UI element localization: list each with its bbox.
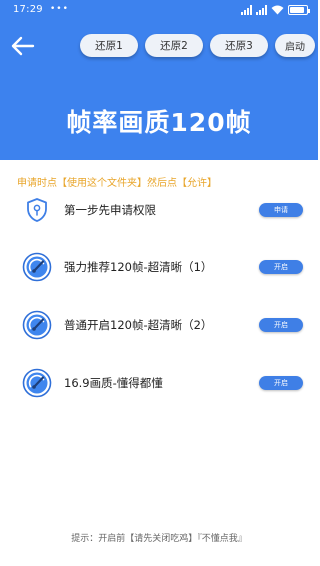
- list-item-permission: 第一步先申请权限 申请: [0, 193, 318, 227]
- restore-2-button[interactable]: 还原2: [145, 34, 203, 57]
- status-indicators: [241, 3, 310, 17]
- shield-icon: [27, 198, 47, 222]
- header: 17:29 ••• 还原1 还原2 还原3 启动 帧率画质120帧: [0, 0, 318, 160]
- restore-1-button[interactable]: 还原1: [80, 34, 138, 57]
- status-time: 17:29: [13, 4, 43, 15]
- instruction-text: 申请时点【使用这个文件夹】然后点【允许】: [17, 178, 217, 189]
- list-item-label: 16.9画质-懂得都懂: [64, 376, 163, 390]
- restore-3-button[interactable]: 还原3: [210, 34, 268, 57]
- enable-mode-1-button[interactable]: 开启: [259, 260, 303, 274]
- start-button[interactable]: 启动: [275, 34, 315, 57]
- enable-mode-2-button[interactable]: 开启: [259, 318, 303, 332]
- list-item-mode-2: 普通开启120帧-超清晰（2） 开启: [0, 308, 318, 342]
- speedometer-icon: [22, 368, 52, 398]
- speedometer-icon: [22, 252, 52, 282]
- list-item-label: 普通开启120帧-超清晰（2）: [64, 318, 213, 332]
- list-item-label: 强力推荐120帧-超清晰（1）: [64, 260, 213, 274]
- wifi-icon: [271, 5, 284, 15]
- list-item-label: 第一步先申请权限: [64, 203, 156, 217]
- arrow-left-icon: [11, 36, 35, 56]
- enable-mode-3-button[interactable]: 开启: [259, 376, 303, 390]
- status-bar: 17:29 •••: [0, 0, 318, 22]
- battery-icon: [288, 5, 310, 15]
- footer-hint[interactable]: 提示：开启前【请先关闭吃鸡】『不懂点我』: [0, 531, 318, 544]
- back-button[interactable]: [10, 34, 36, 58]
- list-item-mode-1: 强力推荐120帧-超清晰（1） 开启: [0, 250, 318, 284]
- signal-icon: [256, 5, 267, 15]
- notification-dots: •••: [50, 4, 69, 14]
- apply-permission-button[interactable]: 申请: [259, 203, 303, 217]
- page-title: 帧率画质120帧: [66, 108, 252, 137]
- speedometer-icon: [22, 310, 52, 340]
- signal-icon: [241, 5, 252, 15]
- list-item-mode-3: 16.9画质-懂得都懂 开启: [0, 366, 318, 400]
